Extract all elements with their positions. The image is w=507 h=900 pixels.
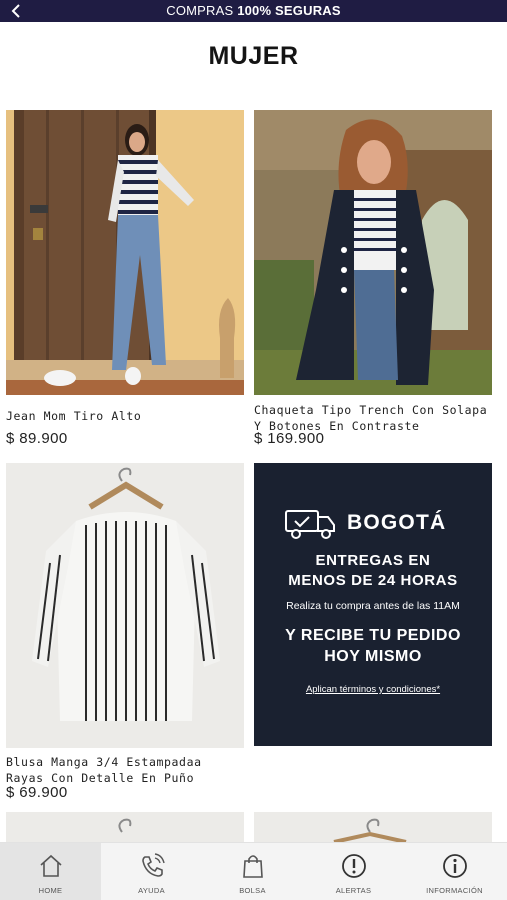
promo-cutoff-text: Realiza tu compra antes de las 11AM: [286, 600, 460, 612]
product-image-next-1[interactable]: [6, 812, 244, 842]
nav-alerts[interactable]: ALERTAS: [303, 843, 404, 900]
nav-help-label: AYUDA: [138, 886, 165, 895]
nav-info[interactable]: INFORMACIÓN: [404, 843, 505, 900]
bottom-navigation: HOME AYUDA BOLSA ALERTAS INFORMACIÓN: [0, 842, 507, 900]
nav-bag-label: BOLSA: [239, 886, 266, 895]
product-image-blouse[interactable]: [6, 463, 244, 748]
delivery-truck-icon: [285, 510, 335, 539]
product-image-trench[interactable]: [254, 110, 492, 395]
page-title: MUJER: [208, 42, 299, 70]
phone-icon: [141, 853, 165, 877]
product-price: $ 169.900: [254, 430, 325, 447]
secure-purchase-message: COMPRAS 100% SEGURAS: [166, 3, 341, 18]
promo-subheadline: Y RECIBE TU PEDIDO HOY MISMO: [285, 627, 461, 665]
home-icon: [39, 854, 62, 877]
promo-city: BOGOTÁ: [347, 511, 447, 534]
product-name[interactable]: Blusa Manga 3/4 Estampadaa Rayas Con Det…: [6, 754, 246, 786]
product-price: $ 69.900: [6, 784, 68, 801]
nav-alerts-label: ALERTAS: [335, 886, 372, 895]
alert-icon: [341, 854, 366, 878]
nav-home-label: HOME: [38, 886, 63, 895]
promo-terms-link[interactable]: Aplican términos y condiciones*: [254, 684, 492, 695]
product-image-next-2[interactable]: [254, 812, 492, 842]
top-banner: COMPRAS 100% SEGURAS: [0, 0, 507, 22]
same-day-delivery-banner[interactable]: BOGOTÁ ENTREGAS EN MENOS DE 24 HORAS Rea…: [254, 463, 492, 746]
info-icon: [442, 854, 467, 878]
bag-icon: [242, 855, 263, 878]
nav-bag[interactable]: BOLSA: [202, 843, 303, 900]
nav-info-label: INFORMACIÓN: [426, 886, 483, 895]
promo-headline: ENTREGAS EN MENOS DE 24 HORAS: [288, 552, 458, 589]
nav-help[interactable]: AYUDA: [101, 843, 202, 900]
product-image-jean[interactable]: [6, 110, 244, 395]
nav-home[interactable]: HOME: [0, 843, 101, 900]
product-name[interactable]: Jean Mom Tiro Alto: [6, 408, 246, 424]
product-price: $ 89.900: [6, 430, 68, 447]
